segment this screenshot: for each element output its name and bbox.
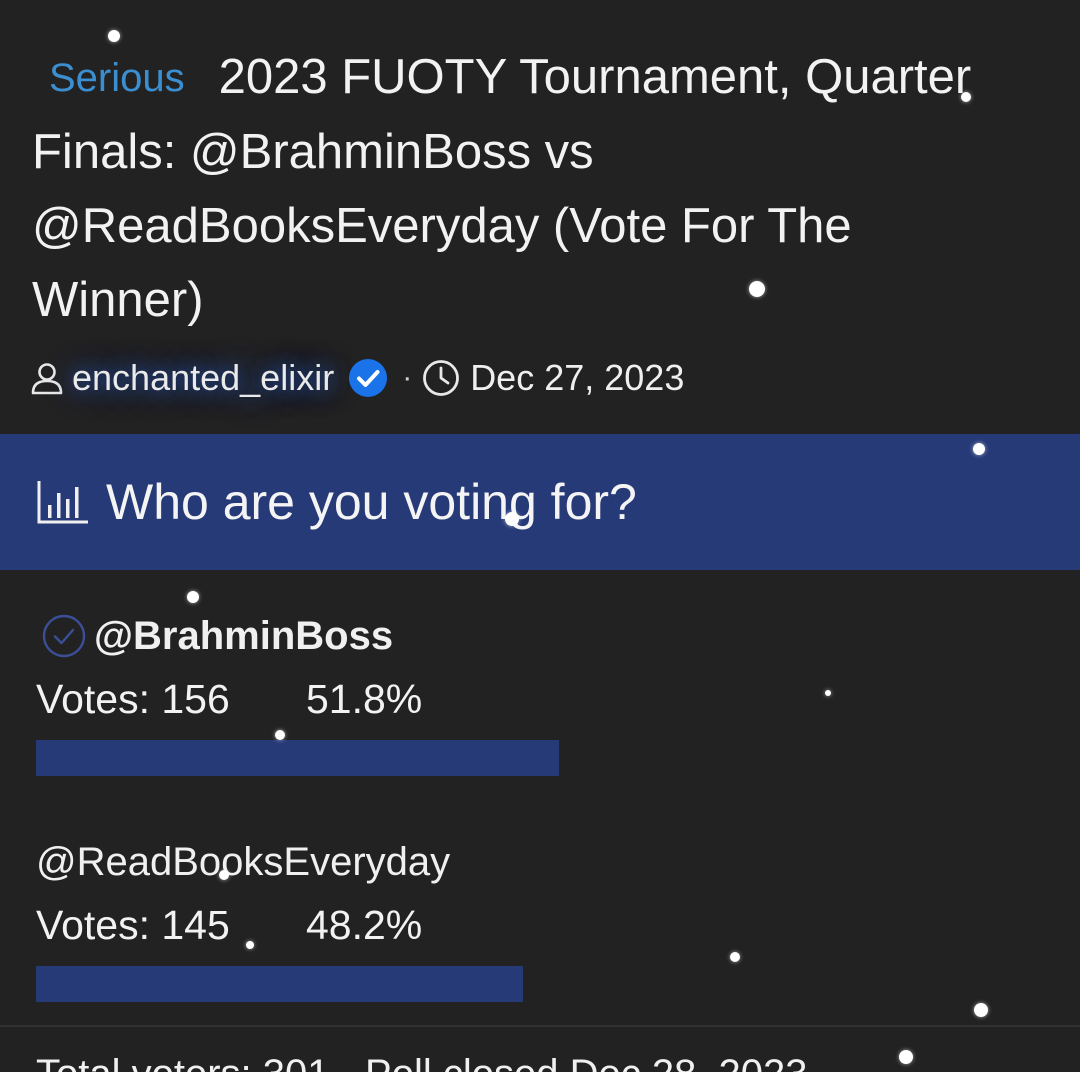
clock-icon [422, 359, 460, 397]
vote-count: Votes: 145 [36, 901, 230, 948]
title-line-1: Serious 2023 FUOTY Tournament, Quarter [32, 40, 1052, 115]
meta-separator: · [402, 361, 413, 394]
snowflake [899, 1050, 913, 1064]
snowflake [749, 281, 765, 297]
poll-header: Who are you voting for? [0, 434, 1080, 570]
poll-option[interactable]: @ReadBooksEveryday Votes: 145 48.2% [36, 834, 1046, 1002]
vote-stats: Votes: 156 51.8% [36, 670, 1046, 728]
snowflake [219, 870, 229, 880]
vote-bar [36, 740, 560, 776]
snowflake [108, 30, 120, 42]
poll-chart-icon [37, 481, 88, 524]
vote-percent: 48.2% [306, 901, 423, 948]
poll-footer: Total voters: 301 · Poll closed Dec 28, … [36, 1052, 808, 1072]
verified-icon [348, 358, 388, 398]
vote-percent: 51.8% [306, 675, 423, 722]
snowflake [973, 443, 985, 455]
snowflake [974, 1003, 988, 1017]
vote-bar-track [36, 740, 1046, 776]
title-text-1: 2023 FUOTY Tournament, Quarter [218, 50, 972, 104]
thread-page: Serious 2023 FUOTY Tournament, Quarter Fi… [0, 0, 1080, 1072]
snowflake [730, 952, 740, 962]
poll-question: Who are you voting for? [106, 474, 637, 530]
check-circle-icon [42, 614, 86, 658]
snowflake [961, 92, 971, 102]
snowflake [505, 512, 519, 526]
thread-title: Serious 2023 FUOTY Tournament, Quarter Fi… [32, 40, 1052, 337]
snowflake [275, 730, 285, 740]
user-icon [30, 361, 64, 395]
snowflake [187, 591, 199, 603]
option-label: @BrahminBoss [94, 613, 394, 658]
vote-bar [36, 966, 523, 1002]
author-link[interactable]: enchanted_elixir [72, 357, 334, 399]
option-label: @ReadBooksEveryday [36, 839, 451, 884]
poll-option[interactable]: @BrahminBoss Votes: 156 51.8% [36, 608, 1046, 776]
vote-stats: Votes: 145 48.2% [36, 896, 1046, 954]
snowflake [825, 690, 831, 696]
vote-count: Votes: 156 [36, 675, 230, 722]
title-line-3: @ReadBooksEveryday (Vote For The [32, 199, 852, 253]
thread-prefix-label[interactable]: Serious [49, 56, 185, 100]
thread-meta: enchanted_elixir · Dec 27, 2023 [30, 352, 684, 404]
option-name: @ReadBooksEveryday [36, 834, 1046, 890]
option-name: @BrahminBoss [36, 608, 1046, 664]
title-line-4: Winner) [32, 273, 204, 327]
divider [0, 1025, 1080, 1027]
thread-date[interactable]: Dec 27, 2023 [470, 357, 684, 399]
title-line-2: Finals: @BrahminBoss vs [32, 125, 594, 179]
vote-bar-track [36, 966, 1046, 1002]
snowflake [246, 941, 254, 949]
